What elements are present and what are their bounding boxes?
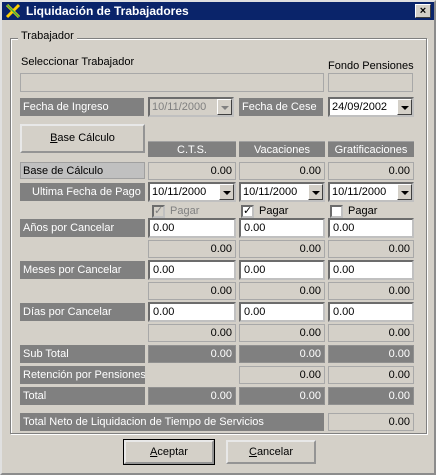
base-calculo-row-label: Base de Cálculo (20, 162, 145, 179)
chevron-down-icon[interactable] (397, 184, 412, 200)
checkmark-icon[interactable]: ✓ (241, 205, 254, 218)
anos-gratificaciones-input[interactable]: 0.00 (328, 218, 414, 238)
ultima-fecha-cts-combo[interactable]: 10/11/2000 (148, 182, 236, 202)
anos-label: Años por Cancelar (20, 219, 145, 237)
col-header-gratificaciones: Gratificaciones (328, 141, 414, 157)
total-cts: 0.00 (148, 387, 236, 405)
fecha-ingreso-label: Fecha de Ingreso (20, 98, 144, 116)
retencion-gratificaciones: 0.00 (328, 366, 414, 384)
base-calculo-cts: 0.00 (148, 162, 236, 180)
cancelar-accel: C (248, 446, 257, 458)
dias-gratificaciones-result: 0.00 (328, 324, 414, 342)
pagar-gratificaciones-label: Pagar (348, 205, 378, 217)
fecha-ingreso-value: 10/11/2000 (152, 101, 207, 113)
chevron-down-icon[interactable] (397, 99, 412, 115)
aceptar-button[interactable]: Aceptar (123, 439, 215, 465)
dias-cts-result: 0.00 (148, 324, 236, 342)
anos-gratificaciones-result: 0.00 (328, 240, 414, 258)
fondo-pensiones-field (328, 73, 413, 92)
fecha-ingreso-combo: 10/11/2000 (148, 97, 234, 117)
group-title: Trabajador (18, 30, 77, 42)
window-title: Liquidación de Trabajadores (26, 4, 189, 18)
ultima-fecha-label: Ultima Fecha de Pago (20, 183, 145, 201)
meses-vacaciones-input[interactable]: 0.00 (239, 260, 325, 280)
app-logo-icon (5, 3, 21, 19)
fondo-pensiones-label: Fondo Pensiones (328, 60, 414, 72)
meses-cts-input[interactable]: 0.00 (148, 260, 236, 280)
ultima-fecha-vacaciones-value: 10/11/2000 (243, 186, 298, 198)
total-vacaciones: 0.00 (239, 387, 325, 405)
dias-label: Días por Cancelar (20, 303, 145, 321)
close-button[interactable]: × (415, 4, 431, 18)
checkbox-empty-icon[interactable] (330, 205, 343, 218)
dias-vacaciones-input[interactable]: 0.00 (239, 302, 325, 322)
meses-label: Meses por Cancelar (20, 261, 145, 279)
total-gratificaciones: 0.00 (328, 387, 414, 405)
base-calculo-vacaciones: 0.00 (239, 162, 325, 180)
col-header-cts: C.T.S. (148, 141, 236, 157)
fecha-cese-label: Fecha de Cese (239, 98, 323, 116)
ultima-fecha-gratificaciones-combo[interactable]: 10/11/2000 (328, 182, 414, 202)
title-bar[interactable]: Liquidación de Trabajadores × (2, 2, 434, 20)
pagar-vacaciones-checkbox[interactable]: ✓ Pagar (241, 205, 321, 219)
anos-vacaciones-input[interactable]: 0.00 (239, 218, 325, 238)
pagar-cts-checkbox: ✓ Pagar (152, 205, 232, 219)
col-header-vacaciones: Vacaciones (239, 141, 325, 157)
anos-cts-result: 0.00 (148, 240, 236, 258)
dias-gratificaciones-input[interactable]: 0.00 (328, 302, 414, 322)
retencion-vacaciones: 0.00 (239, 366, 325, 384)
subtotal-gratificaciones: 0.00 (328, 345, 414, 363)
checkmark-icon: ✓ (152, 205, 165, 218)
total-label: Total (20, 387, 145, 405)
chevron-down-icon[interactable] (219, 184, 234, 200)
close-icon: × (419, 5, 427, 17)
retencion-label: Retención por Pensiones (20, 366, 145, 384)
cancelar-button[interactable]: Cancelar (226, 440, 316, 464)
meses-gratificaciones-result: 0.00 (328, 282, 414, 300)
worker-select-field[interactable] (20, 73, 324, 92)
cancelar-label: ancelar (256, 446, 294, 458)
subtotal-cts: 0.00 (148, 345, 236, 363)
base-calculo-label: ase Cálculo (57, 132, 115, 144)
meses-gratificaciones-input[interactable]: 0.00 (328, 260, 414, 280)
pagar-gratificaciones-checkbox[interactable]: Pagar (330, 205, 410, 219)
meses-vacaciones-result: 0.00 (239, 282, 325, 300)
fecha-cese-value: 24/09/2002 (332, 101, 388, 113)
meses-cts-result: 0.00 (148, 282, 236, 300)
ultima-fecha-cts-value: 10/11/2000 (152, 186, 207, 198)
total-neto-label: Total Neto de Liquidacion de Tiempo de S… (20, 413, 324, 431)
chevron-down-icon[interactable] (308, 184, 323, 200)
subtotal-vacaciones: 0.00 (239, 345, 325, 363)
chevron-down-icon (217, 99, 232, 115)
total-neto-value: 0.00 (328, 413, 414, 431)
select-worker-label: Seleccionar Trabajador (21, 56, 135, 68)
aceptar-label: ceptar (157, 446, 188, 458)
pagar-vacaciones-label: Pagar (259, 205, 289, 217)
ultima-fecha-vacaciones-combo[interactable]: 10/11/2000 (239, 182, 325, 202)
anos-cts-input[interactable]: 0.00 (148, 218, 236, 238)
base-calculo-gratificaciones: 0.00 (328, 162, 414, 180)
ultima-fecha-gratificaciones-value: 10/11/2000 (332, 186, 387, 198)
dias-vacaciones-result: 0.00 (239, 324, 325, 342)
anos-vacaciones-result: 0.00 (239, 240, 325, 258)
fecha-cese-combo[interactable]: 24/09/2002 (328, 97, 414, 117)
subtotal-label: Sub Total (20, 345, 145, 363)
dias-cts-input[interactable]: 0.00 (148, 302, 236, 322)
base-calculo-button[interactable]: Base Cálculo (20, 124, 145, 153)
pagar-cts-label: Pagar (170, 205, 200, 217)
